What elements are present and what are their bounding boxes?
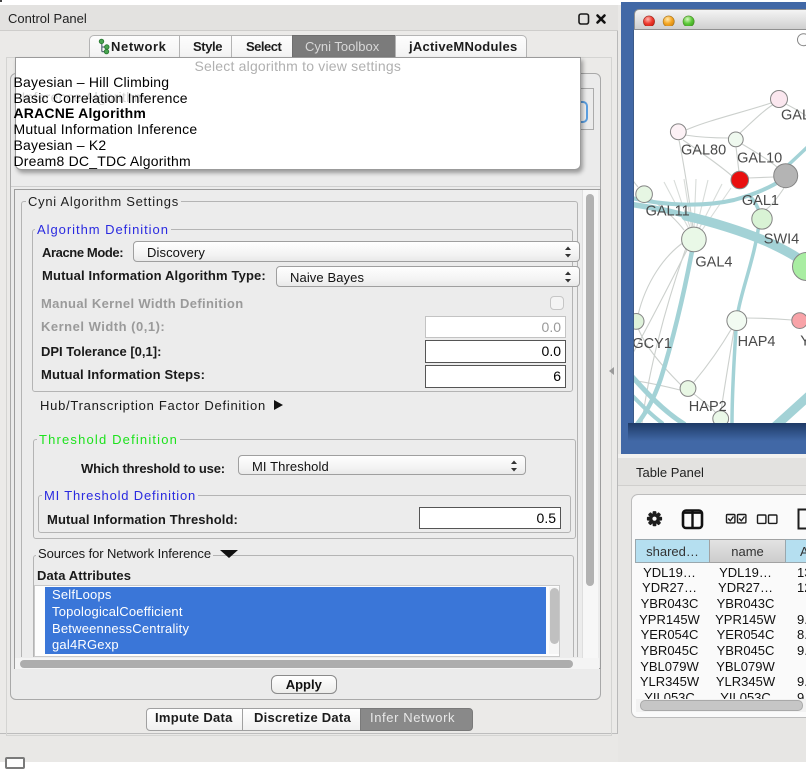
svg-text:GCY1: GCY1 [634, 336, 672, 352]
svg-text:GAL80: GAL80 [681, 143, 726, 159]
svg-text:HAP2: HAP2 [689, 399, 727, 415]
svg-text:GAL1: GAL1 [742, 193, 779, 209]
svg-text:GAL4: GAL4 [695, 255, 732, 271]
svg-text:HAP4: HAP4 [738, 334, 776, 350]
svg-text:Y: Y [800, 334, 806, 350]
svg-text:GAL7: GAL7 [781, 108, 806, 124]
svg-text:SWI4: SWI4 [764, 232, 799, 248]
svg-text:GAL11: GAL11 [646, 204, 690, 220]
svg-text:GAL10: GAL10 [737, 151, 782, 167]
